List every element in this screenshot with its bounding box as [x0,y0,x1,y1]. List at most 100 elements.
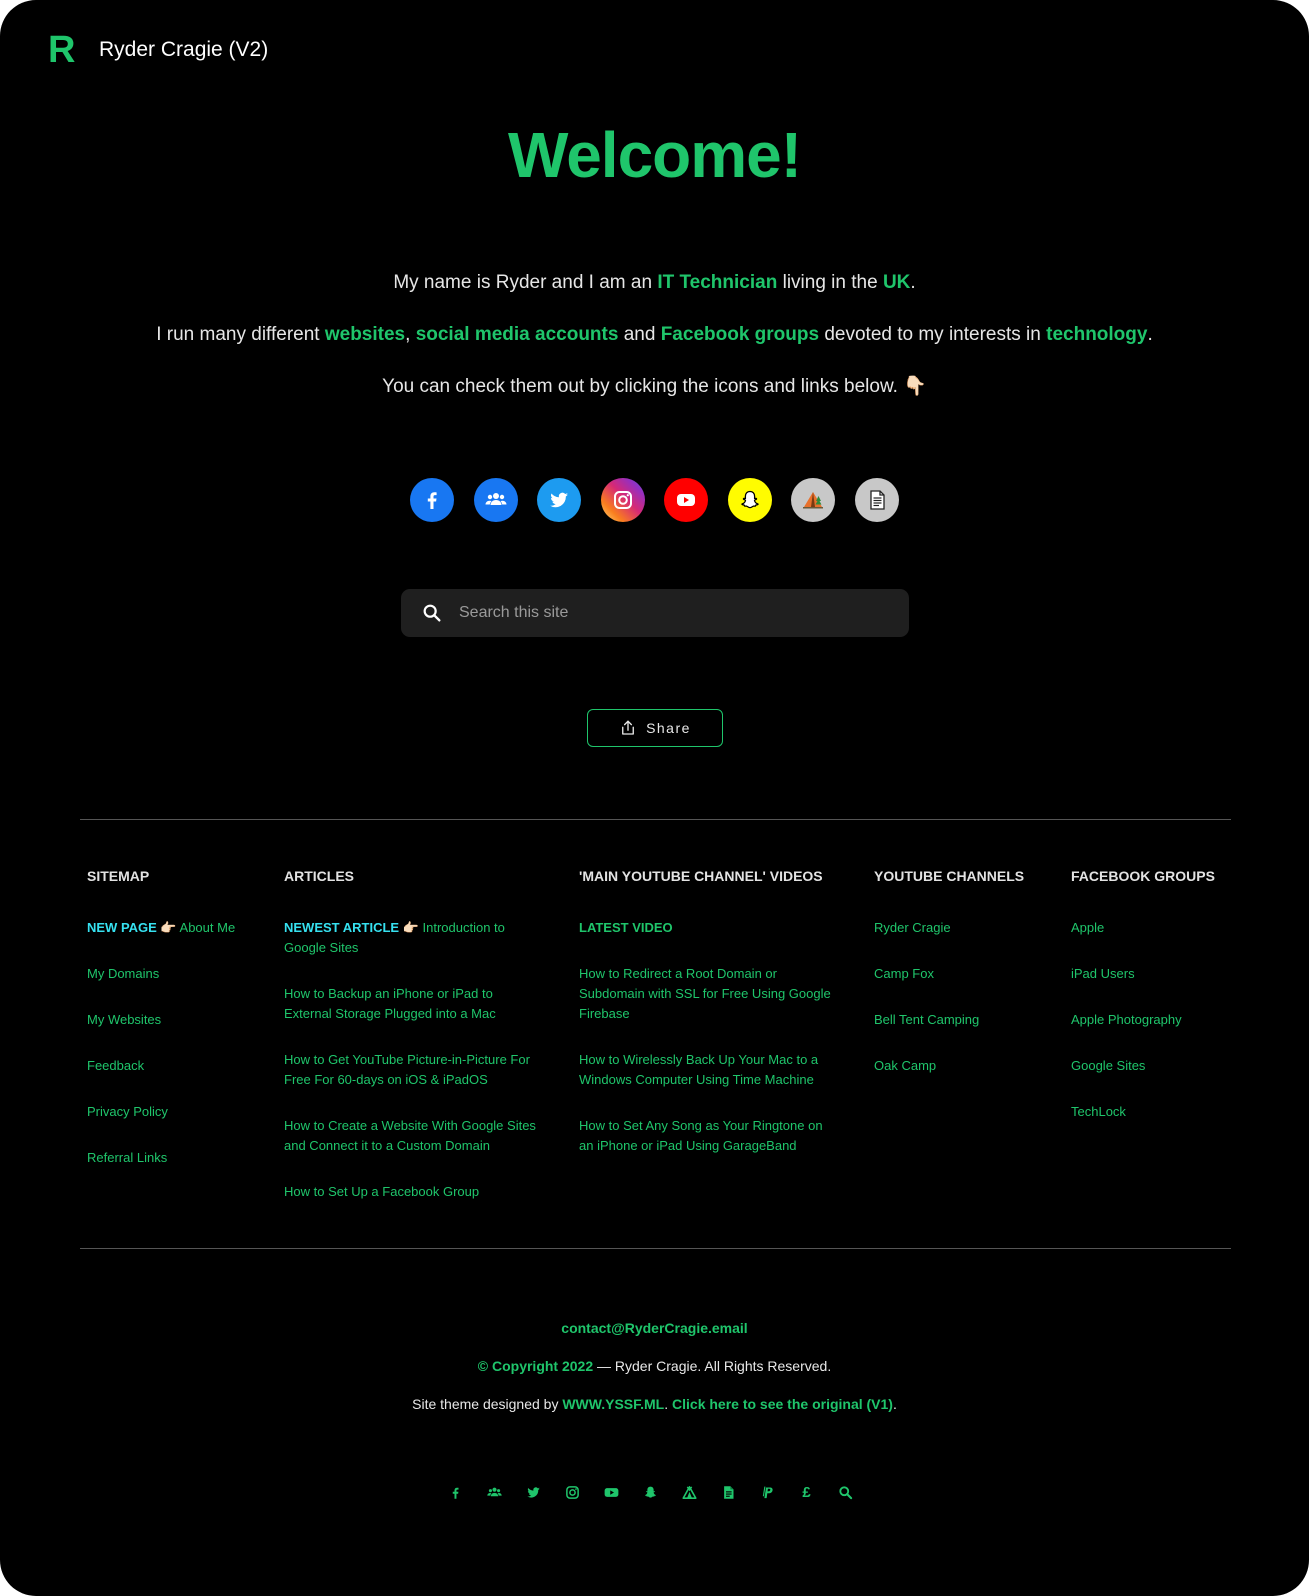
intro-line-2: I run many different websites, social me… [0,322,1309,348]
search-input[interactable] [459,604,859,622]
intro-text: My name is Ryder and I am an [393,272,658,293]
link-about-me[interactable]: About Me [180,920,236,935]
link-referral-links[interactable]: Referral Links [87,1148,267,1168]
intro-text: You can check them out by clicking the i… [382,376,898,397]
page-frame: R Ryder Cragie (V2) Welcome! My name is … [0,0,1309,1596]
intro-line-3: You can check them out by clicking the i… [0,374,1309,400]
channel-link[interactable]: Ryder Cragie [874,918,1054,938]
group-link[interactable]: Apple [1071,918,1251,938]
article-link[interactable]: How to Create a Website With Google Site… [284,1116,539,1156]
link-technology[interactable]: technology [1046,324,1147,345]
video-link[interactable]: How to Redirect a Root Domain or Subdoma… [579,964,834,1024]
original-site-link[interactable]: Click here to see the original (V1) [672,1396,893,1412]
link-uk[interactable]: UK [883,272,910,293]
instagram-icon[interactable] [600,478,645,522]
intro-text: . [910,272,916,293]
video-link[interactable]: How to Set Any Song as Your Ringtone on … [579,1116,834,1156]
theme-designer-link[interactable]: WWW.YSSF.ML [562,1396,664,1412]
facebook-groups-icon[interactable] [473,478,518,522]
link-feedback[interactable]: Feedback [87,1056,267,1076]
email-link[interactable]: contact@RyderCragie.email [561,1320,747,1336]
link-facebook-groups[interactable]: Facebook groups [661,324,819,345]
intro-text: and [618,324,661,345]
youtube-icon[interactable] [603,1484,620,1501]
group-link[interactable]: iPad Users [1071,964,1251,984]
search-icon [423,604,441,622]
articles-column: ARTICLES NEWEST ARTICLE 👉🏻 Introduction … [284,867,539,1228]
latest-video-badge[interactable]: LATEST VIDEO [579,918,834,938]
snapchat-icon[interactable] [727,478,772,522]
copyright-link[interactable]: © Copyright 2022 [478,1358,593,1374]
twitter-icon[interactable] [537,478,581,522]
footer-theme-line: Site theme designed by WWW.YSSF.ML. Clic… [0,1394,1309,1414]
column-title: FACEBOOK GROUPS [1071,868,1215,884]
facebook-groups-column: FACEBOOK GROUPS Apple iPad Users Apple P… [1071,867,1251,1148]
divider [80,1248,1231,1249]
youtube-channels-column: YOUTUBE CHANNELS Ryder Cragie Camp Fox B… [874,867,1054,1102]
paypal-icon[interactable] [759,1484,776,1501]
document-icon[interactable] [720,1484,737,1501]
search-icon[interactable] [837,1484,854,1501]
channel-link[interactable]: Camp Fox [874,964,1054,984]
intro-text: living in the [777,272,883,293]
facebook-groups-icon[interactable] [486,1484,503,1501]
videos-column: 'MAIN YOUTUBE CHANNEL' VIDEOS LATEST VID… [579,867,834,1182]
page-title: Welcome! [507,119,802,191]
article-link[interactable]: How to Set Up a Facebook Group [284,1182,539,1202]
snapchat-icon[interactable] [642,1484,659,1501]
newest-article-badge: NEWEST ARTICLE 👉🏻 [284,920,419,935]
footer-icon-links: £ [447,1484,854,1501]
intro-text: , [405,324,416,345]
group-link[interactable]: Google Sites [1071,1056,1251,1076]
footer-copyright-line: © Copyright 2022 — Ryder Cragie. All Rig… [0,1356,1309,1376]
pointing-down-icon: 👇🏻 [903,376,927,397]
theme-text: . [892,1396,897,1412]
site-title[interactable]: Ryder Cragie (V2) [99,36,268,64]
site-logo[interactable]: R [48,30,75,70]
theme-text: Site theme designed by [412,1396,563,1412]
intro-line-1: My name is Ryder and I am an IT Technici… [0,270,1309,296]
link-social-media[interactable]: social media accounts [416,324,619,345]
twitter-icon[interactable] [525,1484,542,1501]
share-button[interactable]: Share [587,709,723,747]
sitemap-column: SITEMAP NEW PAGE 👉🏻 About Me My Domains … [87,867,267,1194]
copyright-text: — Ryder Cragie. All Rights Reserved. [593,1358,832,1374]
pound-glyph: £ [802,1484,811,1501]
column-title: SITEMAP [87,868,150,884]
column-title: 'MAIN YOUTUBE CHANNEL' VIDEOS [579,868,823,884]
group-link[interactable]: TechLock [1071,1102,1251,1122]
pound-icon[interactable]: £ [798,1484,815,1501]
channel-link[interactable]: Bell Tent Camping [874,1010,1054,1030]
theme-text: . [664,1396,673,1412]
list-item[interactable]: NEWEST ARTICLE 👉🏻 Introduction to Google… [284,918,539,958]
channel-link[interactable]: Oak Camp [874,1056,1054,1076]
share-label: Share [646,720,691,736]
intro-text: I run many different [156,324,325,345]
share-icon [622,720,634,735]
instagram-icon[interactable] [564,1484,581,1501]
link-privacy-policy[interactable]: Privacy Policy [87,1102,267,1122]
social-links [410,478,900,524]
facebook-icon[interactable] [410,478,454,522]
intro-text: devoted to my interests in [819,324,1047,345]
new-page-badge: NEW PAGE 👉🏻 [87,920,177,935]
facebook-icon[interactable] [447,1484,464,1501]
article-link[interactable]: How to Backup an iPhone or iPad to Exter… [284,984,539,1024]
link-it-technician[interactable]: IT Technician [657,272,777,293]
camping-tent-icon[interactable] [791,478,835,522]
site-search[interactable] [401,589,909,637]
article-link[interactable]: How to Get YouTube Picture-in-Picture Fo… [284,1050,539,1090]
link-my-websites[interactable]: My Websites [87,1010,267,1030]
list-item[interactable]: NEW PAGE 👉🏻 About Me [87,918,267,938]
video-link[interactable]: How to Wirelessly Back Up Your Mac to a … [579,1050,834,1090]
document-icon[interactable] [854,478,899,522]
divider [80,819,1231,820]
tent-icon[interactable] [681,1484,698,1501]
column-title: YOUTUBE CHANNELS [874,868,1025,884]
intro-text: . [1147,324,1153,345]
group-link[interactable]: Apple Photography [1071,1010,1251,1030]
column-title: ARTICLES [284,868,354,884]
link-websites[interactable]: websites [325,324,405,345]
link-my-domains[interactable]: My Domains [87,964,267,984]
youtube-icon[interactable] [664,478,708,522]
